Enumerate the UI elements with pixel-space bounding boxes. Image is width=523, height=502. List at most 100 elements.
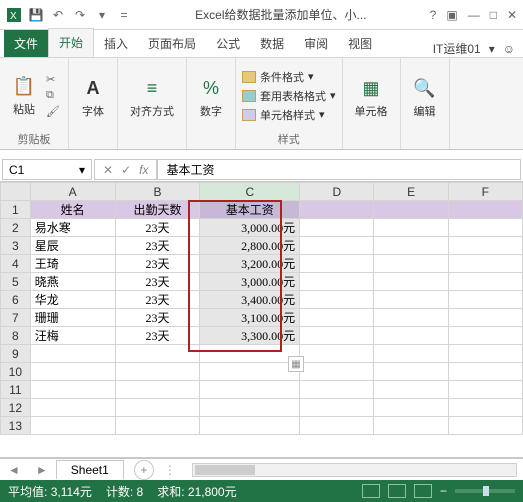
cell[interactable] bbox=[115, 381, 200, 399]
tab-review[interactable]: 审阅 bbox=[294, 30, 338, 57]
paste-options-icon[interactable]: ▦ bbox=[288, 356, 304, 372]
cell[interactable] bbox=[300, 237, 374, 255]
cell[interactable] bbox=[374, 345, 448, 363]
tab-layout[interactable]: 页面布局 bbox=[138, 30, 206, 57]
cell[interactable]: 2,800.00元 bbox=[200, 237, 300, 255]
cell[interactable] bbox=[448, 291, 522, 309]
cell[interactable] bbox=[448, 219, 522, 237]
add-sheet-button[interactable]: + bbox=[134, 460, 154, 480]
cell[interactable] bbox=[374, 363, 448, 381]
col-header-d[interactable]: D bbox=[300, 183, 374, 201]
editing-button[interactable]: 🔍 编辑 bbox=[407, 75, 443, 121]
sheet-nav-next-icon[interactable]: ► bbox=[28, 463, 56, 477]
row-header[interactable]: 9 bbox=[1, 345, 31, 363]
cell[interactable]: 基本工资 bbox=[200, 201, 300, 219]
cell[interactable] bbox=[448, 309, 522, 327]
select-all-corner[interactable] bbox=[1, 183, 31, 201]
cell[interactable] bbox=[115, 345, 200, 363]
smiley-icon[interactable]: ☺ bbox=[503, 42, 515, 56]
cell-style-button[interactable]: 单元格样式 ▾ bbox=[242, 107, 336, 123]
qat-dropdown-icon[interactable]: ▾ bbox=[94, 7, 110, 23]
cell[interactable] bbox=[448, 201, 522, 219]
cell[interactable] bbox=[300, 273, 374, 291]
conditional-format-button[interactable]: 条件格式 ▾ bbox=[242, 69, 336, 85]
enter-formula-icon[interactable]: ✓ bbox=[121, 163, 131, 177]
sheet-nav-prev-icon[interactable]: ◄ bbox=[0, 463, 28, 477]
cell[interactable] bbox=[200, 399, 300, 417]
cell[interactable]: 出勤天数 bbox=[115, 201, 200, 219]
cancel-formula-icon[interactable]: ✕ bbox=[103, 163, 113, 177]
cell[interactable] bbox=[115, 417, 200, 435]
cell[interactable]: 23天 bbox=[115, 219, 200, 237]
cell[interactable]: 3,000.00元 bbox=[200, 273, 300, 291]
close-icon[interactable]: ✕ bbox=[507, 8, 517, 22]
save-icon[interactable]: 💾 bbox=[28, 7, 44, 23]
cell[interactable]: 23天 bbox=[115, 327, 200, 345]
cell[interactable] bbox=[448, 399, 522, 417]
cell[interactable] bbox=[448, 255, 522, 273]
cell[interactable] bbox=[448, 237, 522, 255]
cell[interactable]: 23天 bbox=[115, 237, 200, 255]
minimize-icon[interactable]: — bbox=[468, 8, 480, 22]
tab-data[interactable]: 数据 bbox=[250, 30, 294, 57]
cell[interactable]: 23天 bbox=[115, 309, 200, 327]
cell[interactable] bbox=[448, 363, 522, 381]
name-box-dropdown-icon[interactable]: ▾ bbox=[79, 163, 85, 177]
cell[interactable] bbox=[30, 399, 115, 417]
cell[interactable]: 汪梅 bbox=[30, 327, 115, 345]
cell[interactable] bbox=[374, 327, 448, 345]
cell[interactable] bbox=[448, 273, 522, 291]
col-header-a[interactable]: A bbox=[30, 183, 115, 201]
redo-icon[interactable]: ↷ bbox=[72, 7, 88, 23]
cell[interactable] bbox=[448, 417, 522, 435]
table-format-button[interactable]: 套用表格格式 ▾ bbox=[242, 88, 336, 104]
row-header[interactable]: 4 bbox=[1, 255, 31, 273]
cell[interactable] bbox=[448, 345, 522, 363]
row-header[interactable]: 3 bbox=[1, 237, 31, 255]
fx-icon[interactable]: fx bbox=[139, 163, 148, 177]
cell[interactable]: 3,000.00元 bbox=[200, 219, 300, 237]
cell[interactable] bbox=[448, 381, 522, 399]
cell[interactable] bbox=[374, 399, 448, 417]
ribbon-display-icon[interactable]: ▣ bbox=[446, 8, 457, 22]
tab-insert[interactable]: 插入 bbox=[94, 30, 138, 57]
cell[interactable] bbox=[300, 219, 374, 237]
tab-view[interactable]: 视图 bbox=[338, 30, 382, 57]
help-icon[interactable]: ? bbox=[430, 8, 437, 22]
cell[interactable] bbox=[300, 417, 374, 435]
cell[interactable] bbox=[200, 345, 300, 363]
row-header[interactable]: 8 bbox=[1, 327, 31, 345]
cell[interactable] bbox=[300, 381, 374, 399]
cell[interactable] bbox=[374, 219, 448, 237]
cell[interactable] bbox=[374, 255, 448, 273]
cell[interactable] bbox=[374, 417, 448, 435]
horizontal-scrollbar[interactable] bbox=[192, 463, 517, 477]
cell[interactable]: 华龙 bbox=[30, 291, 115, 309]
cell[interactable] bbox=[300, 309, 374, 327]
excel-app-icon[interactable]: X bbox=[6, 7, 22, 23]
maximize-icon[interactable]: □ bbox=[490, 8, 497, 22]
zoom-slider[interactable] bbox=[455, 489, 515, 493]
cell[interactable] bbox=[30, 417, 115, 435]
row-header[interactable]: 2 bbox=[1, 219, 31, 237]
col-header-b[interactable]: B bbox=[115, 183, 200, 201]
cell[interactable] bbox=[30, 381, 115, 399]
row-header[interactable]: 13 bbox=[1, 417, 31, 435]
tab-file[interactable]: 文件 bbox=[4, 30, 48, 57]
cell[interactable] bbox=[200, 381, 300, 399]
cell[interactable] bbox=[200, 363, 300, 381]
tab-home[interactable]: 开始 bbox=[48, 28, 94, 57]
cell[interactable] bbox=[374, 201, 448, 219]
cell[interactable]: 3,200.00元 bbox=[200, 255, 300, 273]
cell[interactable] bbox=[300, 201, 374, 219]
cell[interactable]: 晓燕 bbox=[30, 273, 115, 291]
cell[interactable]: 3,300.00元 bbox=[200, 327, 300, 345]
name-box[interactable]: C1 ▾ bbox=[2, 159, 92, 180]
cell[interactable] bbox=[30, 345, 115, 363]
cell[interactable]: 王琦 bbox=[30, 255, 115, 273]
cell[interactable] bbox=[374, 291, 448, 309]
row-header[interactable]: 11 bbox=[1, 381, 31, 399]
format-painter-icon[interactable]: 🖌 bbox=[46, 105, 62, 119]
cell[interactable]: 珊珊 bbox=[30, 309, 115, 327]
number-button[interactable]: % 数字 bbox=[193, 75, 229, 121]
